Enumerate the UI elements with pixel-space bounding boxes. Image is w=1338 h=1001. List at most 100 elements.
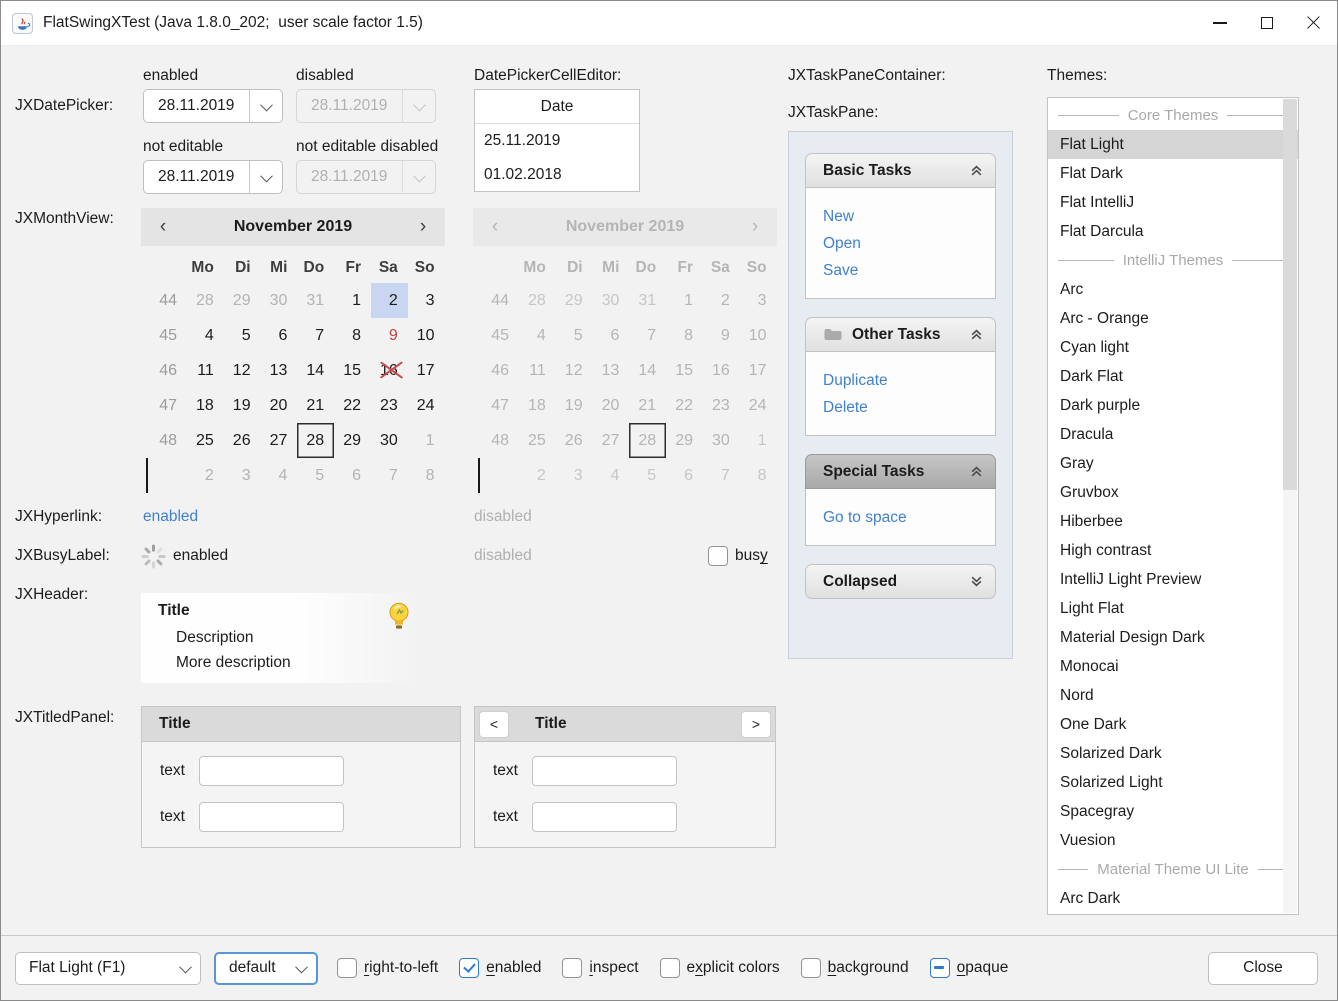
task-pane-header[interactable]: Special Tasks (805, 454, 996, 489)
theme-item[interactable]: Monocai (1048, 652, 1298, 681)
combobox-arrow[interactable] (170, 964, 200, 973)
combobox-arrow[interactable] (286, 964, 316, 973)
task-link[interactable]: New (823, 203, 995, 230)
datepicker-dropdown-button[interactable] (249, 161, 282, 193)
day-cell[interactable]: 6 (261, 318, 298, 353)
day-cell[interactable]: 24 (408, 388, 445, 423)
checkbox-background[interactable]: background (801, 958, 909, 978)
day-cell[interactable]: 26 (224, 423, 261, 458)
datepicker-dropdown-button[interactable] (249, 90, 282, 122)
prev-button[interactable]: < (479, 711, 509, 738)
theme-item[interactable]: Flat IntelliJ (1048, 188, 1298, 217)
day-cell[interactable]: 1 (334, 283, 371, 318)
theme-item[interactable]: Dark purple (1048, 391, 1298, 420)
day-cell[interactable]: 11 (187, 353, 224, 388)
day-cell[interactable]: 28 (297, 423, 334, 458)
checkbox-unchecked-icon[interactable] (801, 958, 821, 978)
checkbox-indeterminate-icon[interactable] (930, 958, 950, 978)
day-cell[interactable]: 20 (261, 388, 298, 423)
day-cell[interactable]: 7 (297, 318, 334, 353)
day-cell[interactable]: 27 (261, 423, 298, 458)
text-field[interactable] (199, 756, 344, 786)
day-cell[interactable]: 2 (371, 283, 408, 318)
next-month-button[interactable]: › (401, 208, 445, 246)
datepicker-value[interactable]: 28.11.2019 (144, 168, 249, 186)
day-cell[interactable]: 29 (224, 283, 261, 318)
day-cell[interactable]: 28 (187, 283, 224, 318)
scrollbar-thumb[interactable] (1283, 99, 1297, 490)
theme-item[interactable]: High contrast (1048, 536, 1298, 565)
theme-item[interactable]: Flat Light (1048, 130, 1298, 159)
checkbox-checked-icon[interactable] (459, 958, 479, 978)
day-cell[interactable]: 23 (371, 388, 408, 423)
theme-item[interactable]: Arc Dark Contrast (1048, 913, 1298, 915)
expand-chevron-icon[interactable] (970, 575, 983, 588)
size-combobox[interactable]: default (214, 952, 318, 985)
day-cell[interactable]: 21 (297, 388, 334, 423)
text-field[interactable] (532, 756, 677, 786)
day-cell[interactable]: 13 (261, 353, 298, 388)
datepicker-value[interactable]: 28.11.2019 (144, 97, 249, 115)
theme-item[interactable]: Light Flat (1048, 594, 1298, 623)
checkbox-enabled[interactable]: enabled (459, 958, 541, 978)
theme-item[interactable]: Hiberbee (1048, 507, 1298, 536)
day-cell[interactable]: 17 (408, 353, 445, 388)
checkbox-unchecked-icon[interactable] (562, 958, 582, 978)
theme-combobox[interactable]: Flat Light (F1) (15, 952, 201, 985)
next-button[interactable]: > (741, 711, 771, 738)
day-cell[interactable]: 25 (187, 423, 224, 458)
theme-item[interactable]: Gray (1048, 449, 1298, 478)
checkbox-unchecked-icon[interactable] (708, 546, 728, 566)
day-cell[interactable]: 16 (371, 353, 408, 388)
collapse-chevron-icon[interactable] (970, 465, 983, 478)
text-field[interactable] (532, 802, 677, 832)
task-pane-header[interactable]: Basic Tasks (805, 153, 996, 188)
day-cell[interactable]: 18 (187, 388, 224, 423)
day-cell[interactable]: 30 (261, 283, 298, 318)
task-link[interactable]: Duplicate (823, 367, 995, 394)
day-cell[interactable]: 8 (408, 458, 445, 493)
task-link[interactable]: Open (823, 230, 995, 257)
close-button[interactable]: Close (1208, 952, 1318, 985)
day-cell[interactable]: 9 (371, 318, 408, 353)
task-link[interactable]: Go to space (823, 504, 995, 531)
collapse-chevron-icon[interactable] (970, 328, 983, 341)
day-cell[interactable]: 1 (408, 423, 445, 458)
day-cell[interactable]: 2 (187, 458, 224, 493)
checkbox-explicit-colors[interactable]: explicit colors (660, 958, 780, 978)
task-link[interactable]: Delete (823, 394, 995, 421)
day-cell[interactable]: 5 (224, 318, 261, 353)
datepicker-not-editable[interactable]: 28.11.2019 (143, 160, 283, 194)
day-cell[interactable]: 31 (297, 283, 334, 318)
checkbox-opaque[interactable]: opaque (930, 958, 1009, 978)
theme-item[interactable]: Nord (1048, 681, 1298, 710)
checkbox-inspect[interactable]: inspect (562, 958, 638, 978)
day-cell[interactable]: 4 (187, 318, 224, 353)
day-cell[interactable]: 6 (334, 458, 371, 493)
maximize-button[interactable] (1243, 1, 1290, 45)
theme-item[interactable]: Arc - Orange (1048, 304, 1298, 333)
theme-item[interactable]: Material Design Dark (1048, 623, 1298, 652)
text-field[interactable] (199, 802, 344, 832)
theme-item[interactable]: Dark Flat (1048, 362, 1298, 391)
table-row[interactable]: 01.02.2018 (475, 158, 639, 192)
day-cell[interactable]: 3 (224, 458, 261, 493)
close-window-button[interactable] (1290, 1, 1337, 45)
day-cell[interactable]: 22 (334, 388, 371, 423)
day-cell[interactable]: 14 (297, 353, 334, 388)
checkbox-right-to-left[interactable]: right-to-left (337, 958, 438, 978)
day-cell[interactable]: 7 (371, 458, 408, 493)
theme-item[interactable]: Solarized Dark (1048, 739, 1298, 768)
prev-month-button[interactable]: ‹ (141, 208, 185, 246)
theme-item[interactable]: Solarized Light (1048, 768, 1298, 797)
day-cell[interactable]: 12 (224, 353, 261, 388)
datepicker-enabled[interactable]: 28.11.2019 (143, 89, 283, 123)
minimize-button[interactable] (1196, 1, 1243, 45)
theme-item[interactable]: Spacegray (1048, 797, 1298, 826)
day-cell[interactable]: 10 (408, 318, 445, 353)
day-cell[interactable]: 3 (408, 283, 445, 318)
task-pane-header[interactable]: Other Tasks (805, 317, 996, 352)
collapse-chevron-icon[interactable] (970, 164, 983, 177)
theme-item[interactable]: Flat Darcula (1048, 217, 1298, 246)
checkbox-unchecked-icon[interactable] (660, 958, 680, 978)
